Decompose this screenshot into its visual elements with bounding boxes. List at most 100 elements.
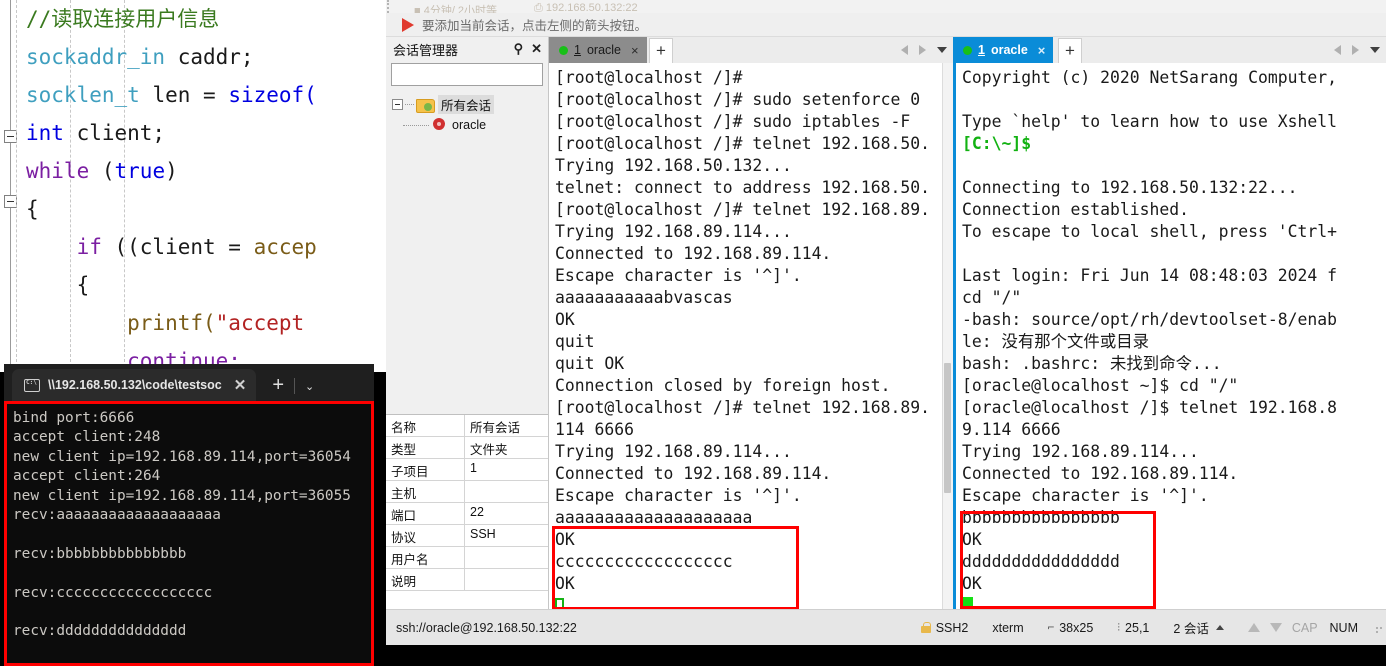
scrollbar-left[interactable] [942, 63, 953, 609]
close-icon[interactable]: × [631, 43, 639, 58]
pin-icon[interactable]: ⚲ [514, 41, 524, 57]
arrow-down-icon[interactable] [1269, 623, 1282, 632]
chevron-down-icon[interactable] [937, 47, 947, 53]
chevron-down-icon[interactable]: ⌄ [305, 380, 314, 393]
terminal-line: Connection established. [962, 200, 1189, 219]
chevron-left-icon[interactable] [1334, 45, 1341, 55]
tree-node-all-sessions[interactable]: 所有会话 [392, 94, 548, 114]
property-row[interactable]: 端口 22 [386, 503, 548, 525]
close-icon[interactable]: ✕ [234, 376, 247, 394]
terminal-line: Connection closed by foreign host. [555, 376, 891, 395]
code-line: { [26, 190, 317, 228]
chevron-right-icon[interactable] [1352, 45, 1359, 55]
tree-node-oracle[interactable]: oracle [403, 114, 548, 136]
terminal-line: Escape character is '^]'. [962, 486, 1209, 505]
tabbar-nav-right [1334, 37, 1380, 63]
lock-icon [920, 622, 931, 633]
property-key: 子项目 [386, 459, 465, 480]
terminal-line: [root@localhost /]# telnet 192.168.50. [555, 134, 930, 153]
terminal-pane-left[interactable]: 1 oracle × + [root@localhost /]# [root@lo… [549, 37, 953, 609]
session-search-box[interactable] [391, 63, 562, 86]
console-tab-label: \\192.168.50.132\code\testsoc [48, 378, 222, 392]
terminal-line: [root@localhost /]# sudo iptables -F [555, 112, 911, 131]
terminal-line: OK [555, 310, 575, 329]
terminal-line: Trying 192.168.89.114... [555, 442, 792, 461]
status-connection: ssh://oracle@192.168.50.132:22 [396, 620, 577, 635]
code-token: ((client = [101, 235, 254, 259]
property-row[interactable]: 说明 [386, 569, 548, 591]
property-row[interactable]: 用户名 [386, 547, 548, 569]
code-editor[interactable]: //读取连接用户信息 sockaddr_in caddr; socklen_t le… [0, 0, 390, 372]
terminal-pane-right[interactable]: 1 oracle × + Copyright (c) 2020 NetSaran… [953, 37, 1386, 609]
folder-icon [416, 98, 435, 113]
terminal-line: [C:\~]$ [962, 134, 1032, 153]
new-tab-button[interactable]: + [1058, 38, 1082, 63]
property-row[interactable]: 协议 SSH [386, 525, 548, 547]
new-tab-button[interactable]: + [649, 38, 673, 63]
new-tab-button[interactable]: + [272, 374, 284, 397]
terminal-line: OK [962, 530, 982, 549]
toolbar-ghost-left: ■ 4分钟/ 2小时等 [414, 5, 498, 13]
indent-guide [16, 0, 17, 372]
status-dot-icon [963, 45, 972, 55]
session-properties-table: 名称 所有会话 类型 文件夹 子项目 1 主机 端口 22 协议 SSH 用户名 说明 [386, 414, 548, 609]
code-token: "accept [215, 311, 317, 335]
terminal-line: quit [555, 332, 595, 351]
property-row[interactable]: 子项目 1 [386, 459, 548, 481]
scrollbar-thumb[interactable] [944, 363, 951, 493]
resize-grip[interactable] [1372, 623, 1382, 633]
tree-connector [403, 124, 429, 126]
property-key: 端口 [386, 503, 465, 524]
tabbar-left: 1 oracle × + [549, 37, 953, 63]
session-manager-header: 会话管理器 ⚲ ✕ [386, 37, 548, 61]
close-icon[interactable]: ✕ [531, 41, 542, 57]
editor-gutter [0, 0, 22, 372]
tab-oracle-1-active[interactable]: 1 oracle × [953, 37, 1054, 63]
code-text[interactable]: //读取连接用户信息 sockaddr_in caddr; socklen_t le… [26, 0, 317, 372]
session-tree[interactable]: 所有会话 oracle [386, 86, 548, 136]
tab-oracle-1[interactable]: 1 oracle × [549, 37, 647, 63]
close-icon[interactable]: × [1038, 43, 1046, 58]
property-row[interactable]: 类型 文件夹 [386, 437, 548, 459]
tab-number: 1 [574, 43, 581, 57]
status-dot-icon [559, 45, 568, 55]
console-line: accept client:264 [13, 468, 161, 485]
console-window[interactable]: \\192.168.50.132\code\testsoc ✕ + ⌄ bind… [4, 364, 374, 666]
property-value: 1 [470, 461, 477, 475]
editor-fade [344, 0, 390, 372]
terminal-output-left[interactable]: [root@localhost /]# [root@localhost /]# s… [549, 63, 953, 609]
console-line: accept client:248 [13, 429, 161, 446]
code-token: true [114, 159, 166, 183]
console-line: new client ip=192.168.89.114,port=36054 [13, 448, 351, 465]
property-row[interactable]: 名称 所有会话 [386, 415, 548, 437]
console-tab[interactable]: \\192.168.50.132\code\testsoc ✕ [12, 369, 257, 401]
code-token: int [26, 121, 77, 145]
status-sessions[interactable]: 2 会话 [1173, 618, 1224, 637]
property-value [465, 481, 548, 502]
terminal-line: cd "/" [962, 288, 1022, 307]
collapse-icon[interactable] [392, 98, 403, 110]
status-num: NUM [1329, 620, 1358, 635]
session-manager-panel[interactable]: 会话管理器 ⚲ ✕ 所有会话 oracle 名称 所有会话 类型 文件夹 子项目… [386, 37, 562, 609]
hint-text: 要添加当前会话，点击左侧的箭头按钮。 [422, 19, 648, 33]
tabbar-nav-left [901, 37, 947, 63]
property-row[interactable]: 主机 [386, 481, 548, 503]
property-value: SSH [470, 527, 496, 541]
terminal-cursor-line [555, 595, 953, 609]
terminal-line: Copyright (c) 2020 NetSarang Computer, [962, 68, 1337, 87]
terminal-line: aaaaaaaaaaaaaaaaaaaa [555, 508, 753, 527]
session-manager-title: 会话管理器 [393, 42, 459, 58]
console-output[interactable]: bind port:6666 accept client:248 new clien… [4, 401, 374, 666]
cursor-pos-icon: ⫶ [1117, 620, 1121, 634]
search-input[interactable] [396, 67, 551, 82]
chevron-down-icon[interactable] [1370, 47, 1380, 53]
chevron-left-icon[interactable] [901, 45, 908, 55]
chevron-up-icon[interactable] [1215, 625, 1224, 630]
code-token: client; [76, 121, 166, 145]
chevron-right-icon[interactable] [919, 45, 926, 55]
console-line: recv:ddddddddddddddd [13, 623, 187, 640]
code-token: sockaddr_in [26, 45, 178, 69]
arrow-up-icon[interactable] [1247, 623, 1260, 632]
terminal-output-right[interactable]: Copyright (c) 2020 NetSarang Computer, T… [953, 63, 1386, 609]
